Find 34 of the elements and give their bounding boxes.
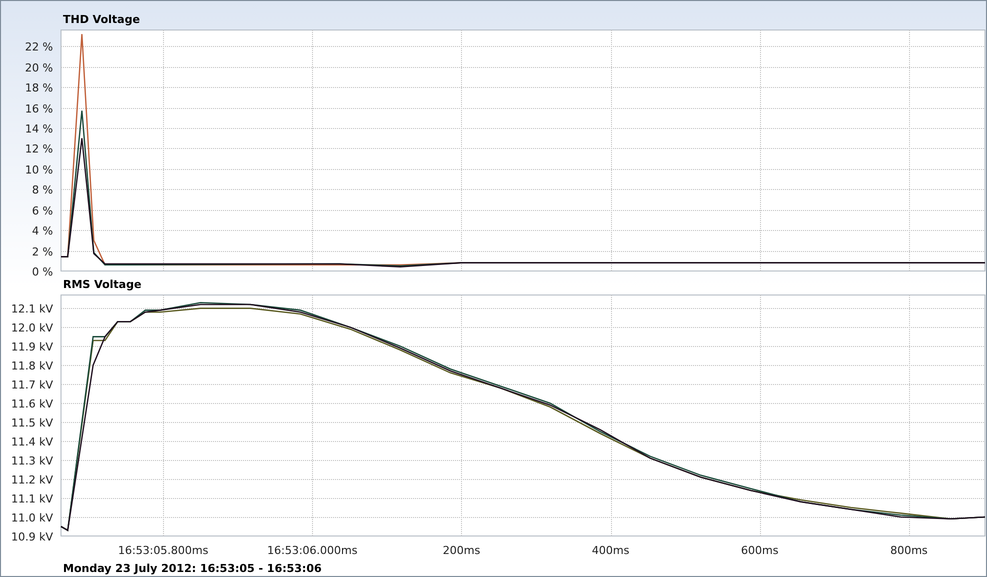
axis-tick-label: 800ms [890, 544, 928, 557]
axis-tick-label: 11.8 kV [11, 360, 53, 372]
axis-tick-label: 200ms [442, 544, 480, 557]
axis-tick-label: 16:53:05.800ms [118, 544, 208, 557]
axis-tick-label: 16 % [25, 102, 53, 116]
chart-title: THD Voltage [63, 13, 140, 26]
chart-title: RMS Voltage [63, 278, 142, 291]
axis-tick-label: 400ms [592, 544, 630, 557]
axis-tick-label: 0 % [32, 266, 53, 277]
axis-tick-label: 4 % [32, 224, 53, 238]
axis-tick-label: 11.6 kV [11, 398, 53, 410]
axis-tick-label: 12.0 kV [11, 322, 53, 334]
axis-tick-label: 12.1 kV [11, 302, 53, 316]
axis-tick-label: 20 % [25, 62, 53, 74]
axis-tick-label: 8 % [32, 184, 53, 196]
axis-tick-label: 11.9 kV [11, 340, 53, 354]
axis-tick-label: 11.2 kV [11, 474, 53, 486]
axis-tick-label: 6 % [32, 204, 53, 218]
axis-tick-label: 11.0 kV [11, 512, 53, 524]
axis-tick-label: 11.3 kV [11, 454, 53, 468]
axis-tick-label: 600ms [741, 544, 778, 557]
date-range-label: Monday 23 July 2012: 16:53:05 - 16:53:06 [63, 562, 322, 575]
axis-tick-label: 16:53:06.000ms [267, 544, 358, 557]
axis-tick-label: 22 % [25, 40, 53, 54]
axis-tick-label: 11.5 kV [11, 416, 53, 430]
axis-tick-label: 10 % [25, 164, 53, 176]
axis-tick-label: 18 % [25, 82, 53, 94]
axis-tick-label: 11.1 kV [11, 492, 53, 506]
axis-tick-label: 10.9 kV [11, 530, 53, 544]
axis-tick-label: 11.4 kV [11, 436, 53, 448]
axis-tick-label: 11.7 kV [11, 378, 53, 392]
axis-tick-label: 14 % [25, 122, 53, 136]
axis-tick-label: 2 % [32, 246, 53, 258]
axis-tick-label: 12 % [25, 142, 53, 156]
